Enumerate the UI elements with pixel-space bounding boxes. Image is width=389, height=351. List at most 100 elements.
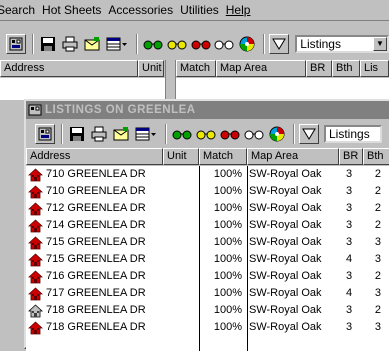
- cell-address: 714 GREENLEA DR: [26, 217, 163, 234]
- view-dropdown-button[interactable]: [133, 123, 159, 144]
- house-red-icon: [28, 218, 43, 232]
- address-text: 717 GREENLEA DR: [46, 287, 146, 299]
- table-row[interactable]: 718 GREENLEA DR 100% SW-Royal Oak 3 3: [26, 319, 389, 336]
- listings-tool-button[interactable]: [6, 33, 26, 54]
- cell-map-area: SW-Royal Oak: [249, 168, 322, 180]
- table-row[interactable]: 714 GREENLEA DR 100% SW-Royal Oak 3 2: [26, 217, 389, 234]
- cell-address: 710 GREENLEA DR: [26, 183, 163, 200]
- cell-address: 718 GREENLEA DR: [26, 319, 163, 336]
- grid-icon: [38, 127, 52, 140]
- floppy-disk-icon: [40, 36, 55, 51]
- address-text: 710 GREENLEA DR: [46, 168, 146, 180]
- yellow-glasses-button[interactable]: [165, 33, 188, 54]
- house-red-icon: [28, 269, 43, 283]
- table-row[interactable]: 716 GREENLEA DR 100% SW-Royal Oak 3 2: [26, 268, 389, 285]
- cell-br: 3: [345, 219, 353, 231]
- filter-button[interactable]: [269, 33, 290, 54]
- green-glasses-button[interactable]: [141, 33, 164, 54]
- back-splitter[interactable]: [165, 60, 176, 100]
- listing-table-body: 710 GREENLEA DR 100% SW-Royal Oak 3 2 710 GRE…: [26, 166, 389, 351]
- window-title: LISTINGS ON GREENLEA: [45, 104, 196, 116]
- cell-match: 100%: [213, 270, 242, 282]
- back-column-br[interactable]: BR: [306, 60, 332, 77]
- red-glasses-button[interactable]: [189, 33, 212, 54]
- cell-map-area: SW-Royal Oak: [249, 270, 322, 282]
- save-button[interactable]: [37, 33, 58, 54]
- yellow-glasses-button[interactable]: [195, 123, 217, 144]
- clear-glasses-button[interactable]: [213, 33, 236, 54]
- cell-bth: 3: [374, 287, 381, 299]
- yellow-glasses-icon: [196, 130, 216, 139]
- table-row[interactable]: 712 GREENLEA DR 100% SW-Royal Oak 3 2: [26, 200, 389, 217]
- house-red-icon: [28, 320, 43, 334]
- menu-utilities[interactable]: Utilities: [180, 3, 226, 17]
- cell-unit: [163, 319, 199, 336]
- column-map-area[interactable]: Map Area: [247, 148, 339, 165]
- filter-button[interactable]: [299, 123, 319, 144]
- house-red-icon: [28, 252, 43, 266]
- table-row[interactable]: 718 GREENLEA DR 100% SW-Royal Oak 3 2: [26, 302, 389, 319]
- toolbar-separator: [293, 123, 295, 144]
- color-wheel-button[interactable]: [237, 33, 258, 54]
- green-glasses-icon: [172, 130, 192, 139]
- column-bth[interactable]: Bth: [363, 148, 389, 165]
- red-glasses-icon: [191, 40, 211, 49]
- floppy-disk-icon: [70, 126, 84, 141]
- listings-tool-button[interactable]: [35, 123, 55, 144]
- green-glasses-button[interactable]: [171, 123, 193, 144]
- back-column-map-area[interactable]: Map Area: [216, 60, 306, 77]
- back-column-bth[interactable]: Bth: [332, 60, 360, 77]
- color-wheel-button[interactable]: [267, 123, 287, 144]
- funnel-icon: [302, 128, 316, 140]
- address-text: 716 GREENLEA DR: [46, 270, 146, 282]
- chevron-down-icon[interactable]: ▼: [373, 36, 388, 51]
- listings-window: LISTINGS ON GREENLEA Listings Address Un…: [24, 99, 389, 351]
- envelope-icon: [113, 126, 129, 140]
- mail-button[interactable]: [81, 33, 102, 54]
- column-address[interactable]: Address: [26, 148, 163, 165]
- back-column-lis[interactable]: Lis: [360, 60, 389, 77]
- listing-type-value: Listings: [300, 36, 341, 51]
- table-row[interactable]: 710 GREENLEA DR 100% SW-Royal Oak 3 2: [26, 183, 389, 200]
- menu-bar: Search Hot Sheets Accessories Utilities …: [0, 0, 389, 21]
- address-text: 715 GREENLEA DR: [46, 253, 146, 265]
- clear-glasses-icon: [214, 40, 234, 49]
- save-button[interactable]: [67, 123, 87, 144]
- menu-accessories[interactable]: Accessories: [108, 3, 180, 17]
- column-match[interactable]: Match: [199, 148, 247, 165]
- table-row[interactable]: 715 GREENLEA DR 100% SW-Royal Oak 4 3: [26, 251, 389, 268]
- toolbar-separator: [31, 33, 34, 54]
- green-glasses-icon: [143, 40, 163, 49]
- window-titlebar[interactable]: LISTINGS ON GREENLEA: [26, 101, 389, 119]
- table-row[interactable]: 717 GREENLEA DR 100% SW-Royal Oak 4 3: [26, 285, 389, 302]
- print-button[interactable]: [89, 123, 109, 144]
- address-text: 718 GREENLEA DR: [46, 321, 146, 333]
- cell-match: 100%: [213, 168, 242, 180]
- cell-bth: 2: [374, 168, 381, 180]
- red-glasses-button[interactable]: [219, 123, 241, 144]
- column-unit[interactable]: Unit: [163, 148, 199, 165]
- print-button[interactable]: [59, 33, 80, 54]
- cell-address: 710 GREENLEA DR: [26, 166, 163, 183]
- table-row[interactable]: 710 GREENLEA DR 100% SW-Royal Oak 3 2: [26, 166, 389, 183]
- menu-hot-sheets[interactable]: Hot Sheets: [42, 3, 108, 17]
- mail-button[interactable]: [111, 123, 131, 144]
- printer-icon: [62, 36, 78, 51]
- view-dropdown-button[interactable]: [103, 33, 130, 54]
- back-header: Address Unit Match Map Area BR Bth Lis: [0, 60, 389, 78]
- clear-glasses-button[interactable]: [243, 123, 265, 144]
- menu-search[interactable]: Search: [0, 3, 42, 17]
- back-column-address[interactable]: Address: [0, 60, 138, 77]
- back-column-unit[interactable]: Unit: [138, 60, 164, 77]
- cell-unit: [163, 302, 199, 319]
- menu-help[interactable]: Help: [226, 3, 258, 17]
- back-column-match[interactable]: Match: [176, 60, 216, 77]
- color-wheel-icon: [269, 126, 285, 141]
- table-row[interactable]: 715 GREENLEA DR 100% SW-Royal Oak 3 3: [26, 234, 389, 251]
- listing-type-select[interactable]: Listings: [324, 124, 382, 143]
- cell-unit: [163, 166, 199, 183]
- listing-type-select[interactable]: Listings ▼: [295, 34, 389, 53]
- column-br[interactable]: BR: [339, 148, 363, 165]
- house-red-icon: [28, 201, 43, 215]
- cell-unit: [163, 217, 199, 234]
